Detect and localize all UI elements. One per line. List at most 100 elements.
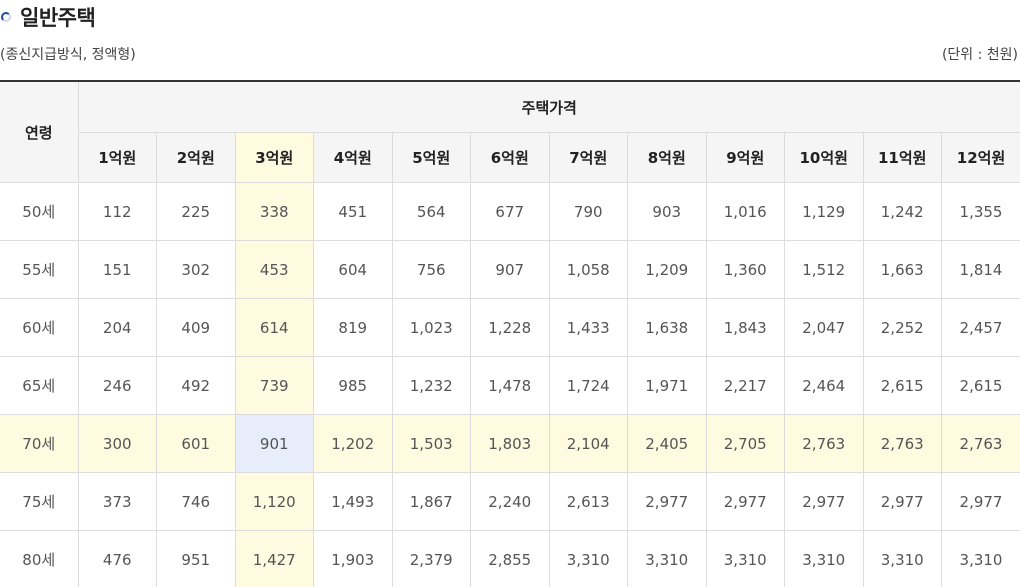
value-cell: 677 (470, 182, 550, 241)
pension-table: 연령 주택가격 1억원 2억원 3억원 4억원 5억원 6억원 7억원 8억원 9억원 10억원 1… (0, 80, 1020, 587)
value-cell: 2,615 (863, 356, 942, 415)
value-cell: 453 (235, 240, 314, 299)
price-column-header: 9억원 (706, 132, 785, 183)
price-column-header: 8억원 (627, 132, 707, 183)
value-cell: 2,763 (941, 414, 1020, 473)
value-cell: 1,360 (706, 240, 785, 299)
value-cell: 2,977 (706, 472, 785, 531)
value-cell: 790 (549, 182, 628, 241)
value-cell: 373 (78, 472, 157, 531)
value-cell: 1,903 (313, 530, 393, 587)
value-cell: 614 (235, 298, 314, 357)
value-cell: 3,310 (863, 530, 942, 587)
value-cell: 2,977 (941, 472, 1020, 531)
age-cell: 70세 (0, 414, 79, 473)
value-cell: 300 (78, 414, 157, 473)
value-cell: 601 (156, 414, 236, 473)
table-row: 70세 300 601 901 1,202 1,503 1,803 2,104 2,405 2,7… (0, 414, 1020, 473)
value-cell: 2,464 (784, 356, 864, 415)
header-row-group: 연령 주택가격 (0, 80, 1020, 183)
value-cell: 2,217 (706, 356, 785, 415)
value-cell: 1,202 (313, 414, 393, 473)
value-cell: 2,615 (941, 356, 1020, 415)
table-body: 50세 112 225 338 451 564 677 790 903 1,016 1,129 1,2… (0, 182, 1020, 587)
value-cell: 1,803 (470, 414, 550, 473)
price-column-header: 2억원 (156, 132, 236, 183)
value-cell: 739 (235, 356, 314, 415)
value-cell: 756 (392, 240, 471, 299)
value-cell: 1,724 (549, 356, 628, 415)
value-cell: 1,427 (235, 530, 314, 587)
title-row: 일반주택 (0, 0, 96, 34)
header-row-prices: 1억원 2억원 3억원 4억원 5억원 6억원 7억원 8억원 9억원 10억원 11억원 12억원 (0, 132, 1020, 183)
value-cell: 1,242 (863, 182, 942, 241)
value-cell: 2,855 (470, 530, 550, 587)
value-cell: 204 (78, 298, 157, 357)
age-column-header: 연령 (0, 80, 79, 183)
value-cell: 151 (78, 240, 157, 299)
value-cell: 2,457 (941, 298, 1020, 357)
price-column-header: 7억원 (549, 132, 628, 183)
price-column-header: 11억원 (863, 132, 942, 183)
age-cell: 80세 (0, 530, 79, 587)
value-cell: 951 (156, 530, 236, 587)
value-cell: 338 (235, 182, 314, 241)
price-column-header: 10억원 (784, 132, 864, 183)
value-cell: 1,129 (784, 182, 864, 241)
value-cell: 2,104 (549, 414, 628, 473)
value-cell: 1,493 (313, 472, 393, 531)
value-cell: 1,016 (706, 182, 785, 241)
price-column-header: 12억원 (941, 132, 1020, 183)
value-cell: 3,310 (549, 530, 628, 587)
age-cell: 50세 (0, 182, 79, 241)
table-row: 55세 151 302 453 604 756 907 1,058 1,209 1,360 1,51… (0, 240, 1020, 299)
value-cell: 1,512 (784, 240, 864, 299)
value-cell: 819 (313, 298, 393, 357)
age-cell: 55세 (0, 240, 79, 299)
bullet-icon (1, 12, 11, 22)
value-cell: 1,503 (392, 414, 471, 473)
value-cell: 2,763 (784, 414, 864, 473)
value-cell: 1,663 (863, 240, 942, 299)
value-cell: 1,478 (470, 356, 550, 415)
value-cell: 3,310 (627, 530, 707, 587)
value-cell: 476 (78, 530, 157, 587)
value-cell: 2,047 (784, 298, 864, 357)
value-cell: 903 (627, 182, 707, 241)
value-cell: 2,379 (392, 530, 471, 587)
value-cell: 1,355 (941, 182, 1020, 241)
page-title: 일반주택 (20, 6, 96, 30)
price-column-header: 6억원 (470, 132, 550, 183)
value-cell: 604 (313, 240, 393, 299)
table-row: 65세 246 492 739 985 1,232 1,478 1,724 1,971 2,217… (0, 356, 1020, 415)
value-cell: 225 (156, 182, 236, 241)
price-column-header: 5억원 (392, 132, 471, 183)
payment-type-caption: (종신지급방식, 정액형) (0, 47, 136, 63)
table-row: 75세 373 746 1,120 1,493 1,867 2,240 2,613 2,977 2… (0, 472, 1020, 531)
price-column-header: 4억원 (313, 132, 393, 183)
price-column-header: 1억원 (78, 132, 157, 183)
value-cell: 1,638 (627, 298, 707, 357)
value-cell: 2,405 (627, 414, 707, 473)
value-cell: 112 (78, 182, 157, 241)
value-cell: 246 (78, 356, 157, 415)
price-column-header: 3억원 (235, 132, 314, 183)
value-cell: 1,232 (392, 356, 471, 415)
age-cell: 60세 (0, 298, 79, 357)
value-cell: 1,228 (470, 298, 550, 357)
value-cell: 1,867 (392, 472, 471, 531)
value-cell: 302 (156, 240, 236, 299)
value-cell: 907 (470, 240, 550, 299)
value-cell: 1,843 (706, 298, 785, 357)
table-row: 60세 204 409 614 819 1,023 1,228 1,433 1,638 1,843… (0, 298, 1020, 357)
value-cell: 2,705 (706, 414, 785, 473)
age-cell: 65세 (0, 356, 79, 415)
value-cell: 1,023 (392, 298, 471, 357)
value-cell: 3,310 (706, 530, 785, 587)
value-cell: 2,252 (863, 298, 942, 357)
page: 일반주택 (종신지급방식, 정액형) (단위 : 천원) 연령 주택가격 1억원… (0, 0, 1020, 587)
age-cell: 75세 (0, 472, 79, 531)
value-cell: 1,058 (549, 240, 628, 299)
value-cell: 451 (313, 182, 393, 241)
value-cell: 901 (235, 414, 314, 473)
